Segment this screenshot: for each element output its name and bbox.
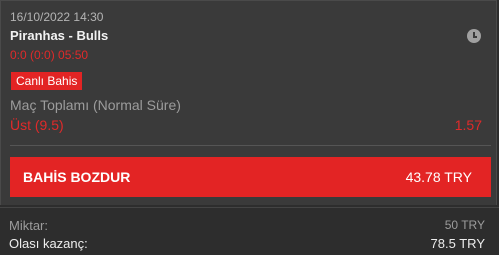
match-date: 16/10/2022 14:30 <box>10 10 104 24</box>
potential-win-label: Olası kazanç: <box>9 236 88 251</box>
bet-card: 16/10/2022 14:30 Piranhas - Bulls 0:0 (0… <box>0 0 497 205</box>
potential-win-value: 78.5 TRY <box>430 236 485 251</box>
bet-slip-page: 16/10/2022 14:30 Piranhas - Bulls 0:0 (0… <box>0 0 499 255</box>
selection-name: Üst (9.5) <box>10 117 64 133</box>
live-bet-badge: Canlı Bahis <box>11 72 83 90</box>
odds-value: 1.57 <box>454 117 482 133</box>
clock-icon <box>467 29 481 43</box>
cashout-button[interactable]: BAHİS BOZDUR 43.78 TRY <box>10 157 491 197</box>
summary-divider <box>0 207 499 208</box>
cashout-amount: 43.78 TRY <box>405 169 472 185</box>
match-name[interactable]: Piranhas - Bulls <box>10 28 108 43</box>
cashout-label: BAHİS BOZDUR <box>23 169 131 185</box>
divider <box>10 145 491 146</box>
market-name: Maç Toplamı (Normal Süre) <box>10 97 181 113</box>
stake-value: 50 TRY <box>444 218 485 232</box>
stake-label: Miktar: <box>9 218 48 233</box>
live-score: 0:0 (0:0) 05:50 <box>10 48 89 62</box>
